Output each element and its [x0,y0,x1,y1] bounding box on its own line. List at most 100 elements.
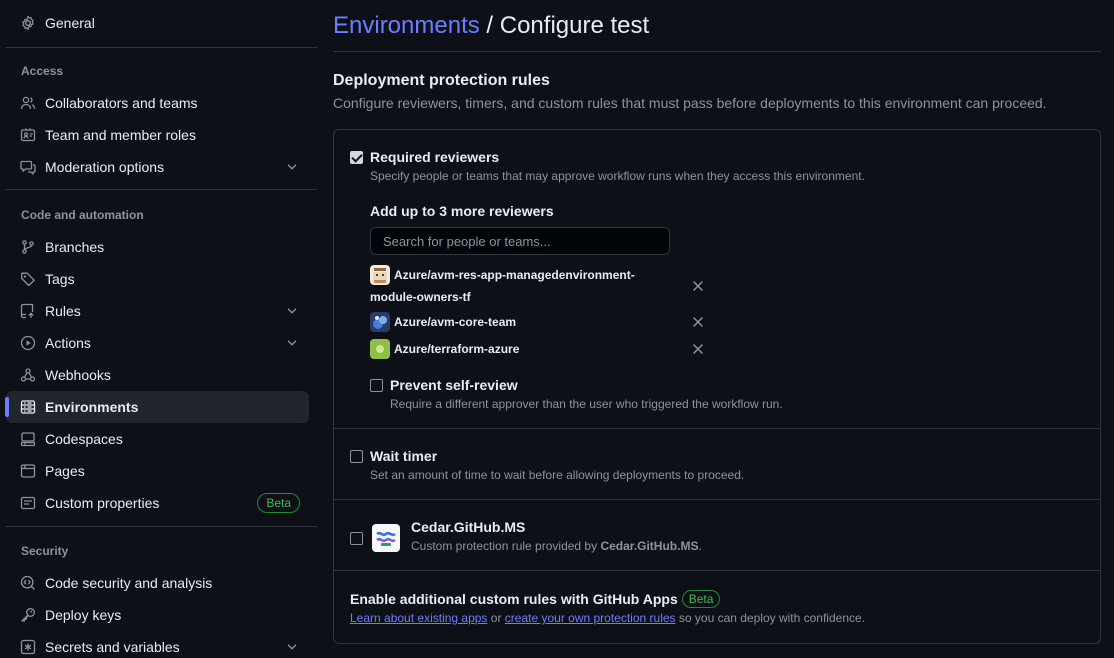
git-branch-icon [20,239,36,255]
sidebar-item-collaborators[interactable]: Collaborators and teams [6,87,309,119]
team-avatar [370,339,390,359]
sidebar-item-label: Secrets and variables [45,639,180,655]
remove-reviewer-close-icon[interactable] [690,278,706,294]
sidebar-item-deploy-keys[interactable]: Deploy keys [6,599,309,631]
comment-discussion-icon [20,159,36,175]
sidebar-section-code-automation: Code and automation [21,208,144,222]
reviewer-name: Azure/terraform-azure [394,342,520,356]
wait-timer-checkbox[interactable] [350,450,363,463]
sidebar-item-label: Branches [45,239,105,255]
footer-text: or [487,611,505,625]
sidebar-item-codespaces[interactable]: Codespaces [6,423,309,455]
settings-page: General Access Collaborators and teams T… [0,0,1114,658]
sidebar-item-general[interactable]: General [6,7,309,39]
repo-push-icon [20,303,36,319]
required-reviewers-checkbox[interactable] [350,151,363,164]
breadcrumb: Environments / Configure test [333,12,649,40]
add-reviewers-title: Add up to 3 more reviewers [370,203,554,219]
gear-icon [20,15,36,31]
required-reviewers-description: Specify people or teams that may approve… [370,169,865,183]
reviewer-name-continued: module-owners-tf [370,290,471,304]
breadcrumb-environments-link[interactable]: Environments [333,12,480,39]
sidebar-divider [5,47,317,48]
protection-rules-box: Required reviewers Specify people or tea… [333,129,1101,644]
sidebar-item-secrets[interactable]: Secrets and variables [6,631,309,658]
sidebar-item-label: Team and member roles [45,127,196,143]
sidebar-item-pages[interactable]: Pages [6,455,309,487]
reviewer-name: Azure/avm-core-team [394,315,517,329]
chevron-down-icon [285,160,299,174]
sidebar-item-webhooks[interactable]: Webhooks [6,359,309,391]
remove-reviewer-close-icon[interactable] [690,341,706,357]
custom-rule-desc-suffix: . [698,539,702,553]
sidebar-item-custom-properties[interactable]: Custom properties Beta [6,487,309,519]
sidebar-item-rules[interactable]: Rules [6,295,309,327]
rule-divider [334,570,1100,571]
sidebar-divider [5,526,317,527]
sidebar-item-label: Collaborators and teams [45,95,198,111]
team-avatar [370,265,390,285]
github-apps-heading: Enable additional custom rules with GitH… [350,590,721,608]
sidebar-item-environments[interactable]: Environments [5,391,309,423]
sidebar-item-label: Webhooks [45,367,111,383]
browser-icon [20,463,36,479]
reviewer-name: Azure/avm-res-app-managedenvironment- [394,268,635,282]
codespaces-icon [20,431,36,447]
chevron-down-icon [285,304,299,318]
sidebar-item-label: Environments [45,399,139,415]
required-reviewers-title: Required reviewers [370,149,500,165]
id-badge-icon [20,127,36,143]
rule-divider [334,499,1100,500]
breadcrumb-separator: / [486,12,494,39]
prevent-self-review-title: Prevent self-review [390,377,518,393]
chevron-down-icon [285,336,299,350]
asterisk-box-icon [20,639,36,655]
create-protection-rules-link[interactable]: create your own protection rules [505,611,676,625]
learn-existing-apps-link[interactable]: Learn about existing apps [350,611,487,625]
sidebar-item-label: Actions [45,335,91,351]
sidebar-item-label: Codespaces [45,431,123,447]
github-apps-heading-text: Enable additional custom rules with GitH… [350,591,678,607]
sidebar-section-access: Access [21,64,64,78]
section-heading: Deployment protection rules [333,72,550,89]
reviewer-item: Azure/avm-core-team [370,311,710,333]
people-icon [20,95,36,111]
remove-reviewer-close-icon[interactable] [690,314,706,330]
settings-sidebar: General Access Collaborators and teams T… [0,0,318,658]
chevron-down-icon [285,640,299,654]
sidebar-item-moderation[interactable]: Moderation options [6,151,309,183]
sidebar-item-label: Custom properties [45,495,160,511]
server-icon [20,399,36,415]
sidebar-item-label: General [45,15,95,31]
sidebar-item-label: Tags [45,271,75,287]
sidebar-item-label: Moderation options [45,159,165,175]
beta-badge: Beta [681,590,721,608]
reviewer-search-input[interactable] [370,227,670,255]
sidebar-item-label: Code security and analysis [45,575,213,591]
custom-rule-checkbox[interactable] [350,532,363,545]
tag-icon [20,271,36,287]
page-title: Configure test [499,12,650,39]
team-avatar [370,312,390,332]
wait-timer-title: Wait timer [370,448,438,464]
reviewer-item: Azure/avm-res-app-managedenvironment- mo… [370,264,710,308]
reviewer-item: Azure/terraform-azure [370,338,710,360]
sidebar-item-tags[interactable]: Tags [6,263,309,295]
prevent-self-review-checkbox[interactable] [370,379,383,392]
sidebar-item-label: Rules [45,303,81,319]
sidebar-item-code-security[interactable]: Code security and analysis [6,567,309,599]
custom-rule-desc-prefix: Custom protection rule provided by [411,539,601,553]
custom-rule-app-name: Cedar.GitHub.MS [600,539,699,553]
sidebar-item-branches[interactable]: Branches [6,231,309,263]
sidebar-item-team-roles[interactable]: Team and member roles [6,119,309,151]
sidebar-item-label: Pages [45,463,85,479]
sidebar-section-security: Security [21,544,69,558]
github-apps-description: Learn about existing apps or create your… [350,610,865,626]
sidebar-item-label: Deploy keys [45,607,122,623]
note-icon [20,495,36,511]
webhook-icon [20,367,36,383]
section-description: Configure reviewers, timers, and custom … [333,95,1047,111]
sidebar-item-actions[interactable]: Actions [6,327,309,359]
prevent-self-review-description: Require a different approver than the us… [390,397,783,411]
codescan-icon [20,575,36,591]
